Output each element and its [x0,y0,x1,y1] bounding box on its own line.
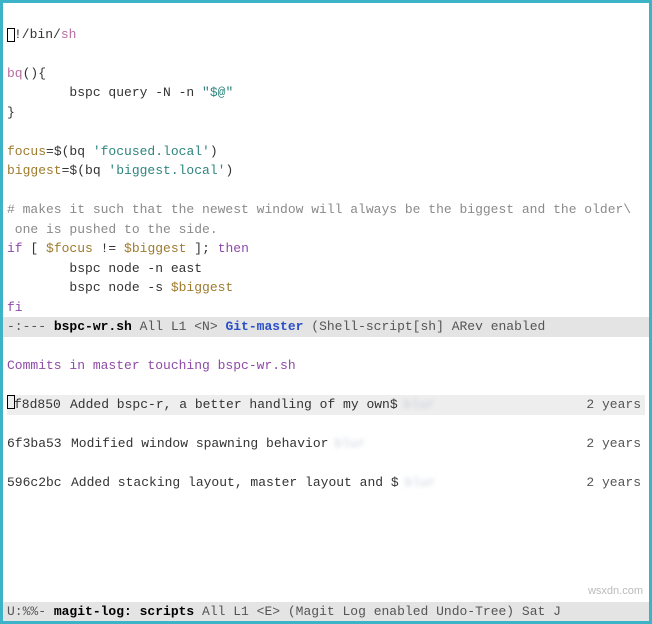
commit-row[interactable]: f8d850Added bspc-r, a better handling of… [7,395,645,415]
modeline-position: All L1 <N> [132,319,226,334]
modeline-filename: bspc-wr.sh [54,319,132,334]
modeline-editor[interactable]: -:--- bspc-wr.sh All L1 <N> Git-master (… [3,317,649,337]
magit-log-pane[interactable]: Commits in master touching bspc-wr.sh f8… [3,337,649,577]
commit-hash: 596c2bc [7,473,71,493]
commit-row[interactable]: 596c2bcAdded stacking layout, master lay… [7,473,645,493]
commit-hash: 6f3ba53 [7,434,71,454]
commit-author: blur [334,434,365,454]
modeline-filename: magit-log: scripts [54,604,194,619]
commit-msg: Added stacking layout, master layout and… [71,473,399,493]
body-line-1: bspc node -n east [7,261,202,276]
commit-author: blur [405,473,436,493]
modeline-mode: (Shell-script[sh] ARev enabled [303,319,545,334]
modeline-flags: -:--- [7,319,54,334]
fi-line: fi [7,300,23,315]
commit-age: 2 years [586,473,645,493]
if-line: if [ $focus != $biggest ]; then [7,241,249,256]
line-focus: focus=$(bq 'focused.local') [7,144,218,159]
modeline-flags: U:%%- [7,604,54,619]
commits-header: Commits in master touching bspc-wr.sh [7,356,645,376]
line-query: bspc query -N -n "$@" [7,85,233,100]
shebang: !/bin/sh [14,27,76,42]
commit-msg: Added bspc-r, a better handling of my ow… [70,395,398,415]
commit-age: 2 years [586,434,645,454]
fn-name: bq [7,66,23,81]
editor-pane[interactable]: !/bin/sh bq(){ bspc query -N -n "$@" } f… [3,3,649,317]
commit-row[interactable]: 6f3ba53Modified window spawning behavior… [7,434,645,454]
comment-line-2: one is pushed to the side. [7,222,218,237]
modeline-mode: (Magit Log enabled Undo-Tree) Sat J [288,604,561,619]
fn-open: (){ [23,66,46,81]
commit-hash: f8d850 [14,395,70,415]
watermark: wsxdn.com [588,583,643,600]
line-biggest: biggest=$(bq 'biggest.local') [7,163,233,178]
body-line-2: bspc node -s $biggest [7,280,233,295]
modeline-position: All L1 <E> [194,604,288,619]
modeline-magit[interactable]: U:%%- magit-log: scripts All L1 <E> (Mag… [3,602,649,622]
commit-msg: Modified window spawning behavior [71,434,328,454]
commit-author: blur [404,395,435,415]
comment-line-1: # makes it such that the newest window w… [7,202,631,217]
commit-age: 2 years [586,395,645,415]
brace-close: } [7,105,15,120]
modeline-vc: Git-master [225,319,303,334]
